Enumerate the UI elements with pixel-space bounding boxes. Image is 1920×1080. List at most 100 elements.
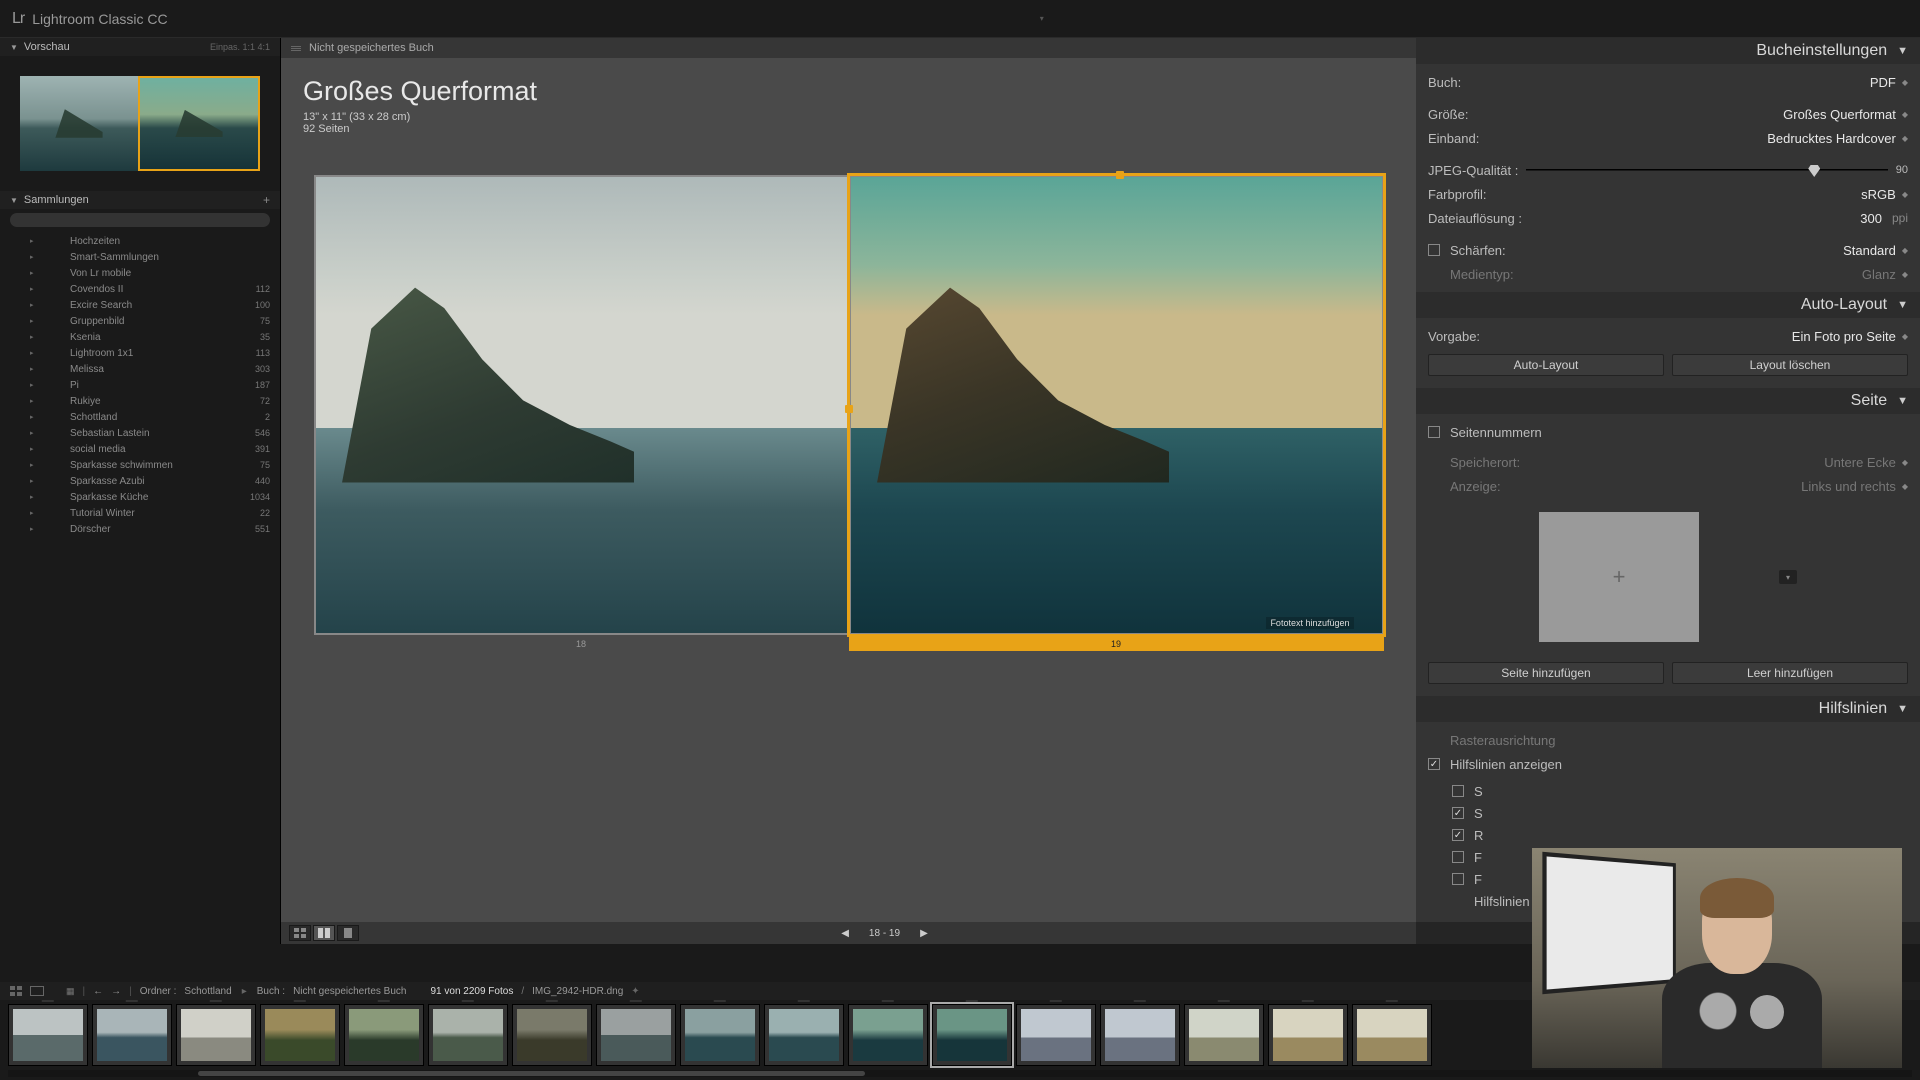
row-media-type: Medientyp:Glanz◆ [1428, 262, 1908, 286]
auto-layout-header[interactable]: Auto-Layout ▼ [1416, 292, 1920, 318]
collection-item[interactable]: ▸Rukiye72 [0, 393, 280, 409]
sharpen-checkbox[interactable] [1428, 244, 1440, 256]
page-right-selected[interactable]: Fototext hinzufügen 19 [849, 175, 1384, 635]
filmstrip-thumb[interactable] [1268, 1004, 1348, 1066]
auto-layout-button[interactable]: Auto-Layout [1428, 354, 1664, 376]
collection-item[interactable]: ▸Ksenia35 [0, 329, 280, 345]
collection-item[interactable]: ▸Hochzeiten [0, 233, 280, 249]
next-page-button[interactable]: ▶ [914, 928, 934, 939]
add-blank-page-button[interactable]: Leer hinzufügen [1672, 662, 1908, 684]
slider-knob-icon[interactable] [1808, 165, 1820, 177]
left-panel: ▼ Vorschau Einpas. 1:1 4:1 ▼ Sammlungen … [0, 38, 281, 944]
view-grid-button[interactable] [289, 925, 311, 941]
jpeg-quality-value[interactable]: 90 [1896, 164, 1908, 176]
page-panel-header[interactable]: Seite ▼ [1416, 388, 1920, 414]
page-template-dropdown[interactable]: ▾ [1779, 570, 1797, 584]
filmstrip-thumb[interactable] [176, 1004, 256, 1066]
resize-handle-icon[interactable] [1116, 171, 1124, 179]
collection-item[interactable]: ▸Sparkasse Azubi440 [0, 473, 280, 489]
filmstrip-thumb[interactable] [764, 1004, 844, 1066]
filmstrip-thumb[interactable] [512, 1004, 592, 1066]
book-settings-header[interactable]: Bucheinstellungen ▼ [1416, 38, 1920, 64]
collection-item[interactable]: ▸Lightroom 1x1113 [0, 345, 280, 361]
view-spread-button[interactable] [313, 925, 335, 941]
nav-back-icon[interactable]: ← [93, 986, 103, 997]
collection-item[interactable]: ▸Covendos II112 [0, 281, 280, 297]
filmstrip-thumb[interactable] [680, 1004, 760, 1066]
row-sharpen[interactable]: Schärfen:Standard◆ [1428, 238, 1908, 262]
chevron-down-icon: ▼ [1897, 299, 1908, 311]
drag-handle-icon[interactable] [291, 46, 301, 51]
guide-sub-row[interactable]: R [1452, 824, 1908, 846]
row-resolution[interactable]: Dateiauflösung :300ppi [1428, 206, 1908, 230]
add-caption-hint[interactable]: Fototext hinzufügen [1266, 617, 1353, 629]
clear-layout-button[interactable]: Layout löschen [1672, 354, 1908, 376]
show-guides-checkbox[interactable] [1428, 758, 1440, 770]
star-icon[interactable]: ✦ [631, 986, 639, 997]
jpeg-quality-slider[interactable] [1526, 169, 1887, 171]
collection-item[interactable]: ▸Sebastian Lastein546 [0, 425, 280, 441]
collections-filter-input[interactable] [10, 213, 270, 227]
collection-item[interactable]: ▸Pi187 [0, 377, 280, 393]
page-numbers-checkbox[interactable] [1428, 426, 1440, 438]
filmstrip-thumb[interactable] [596, 1004, 676, 1066]
row-book[interactable]: Buch:PDF◆ [1428, 70, 1908, 94]
row-cover[interactable]: Einband:Bedrucktes Hardcover◆ [1428, 126, 1908, 150]
collection-item[interactable]: ▸Melissa303 [0, 361, 280, 377]
prev-page-button[interactable]: ◀ [835, 928, 855, 939]
chevron-down-icon: ▼ [1897, 395, 1908, 407]
grid-icon[interactable] [10, 986, 22, 996]
preview-zoom-options[interactable]: Einpas. 1:1 4:1 [210, 42, 270, 52]
breadcrumb-folder-value[interactable]: Schottland [184, 986, 231, 997]
filmstrip-thumb[interactable] [1016, 1004, 1096, 1066]
collection-item[interactable]: ▸Sparkasse Küche1034 [0, 489, 280, 505]
collection-item[interactable]: ▸social media391 [0, 441, 280, 457]
filmstrip-thumb[interactable] [92, 1004, 172, 1066]
filmstrip-thumb[interactable] [848, 1004, 928, 1066]
filmstrip-thumb[interactable] [428, 1004, 508, 1066]
guide-sub-row[interactable]: S [1452, 780, 1908, 802]
collection-item[interactable]: ▸Smart-Sammlungen [0, 249, 280, 265]
filmstrip-thumb[interactable] [932, 1004, 1012, 1066]
collection-item[interactable]: ▸Sparkasse schwimmen75 [0, 457, 280, 473]
row-preset[interactable]: Vorgabe:Ein Foto pro Seite◆ [1428, 324, 1908, 348]
filmstrip-thumb[interactable] [1100, 1004, 1180, 1066]
resize-handle-icon[interactable] [845, 405, 853, 413]
app-logo: Lr [12, 10, 24, 28]
filmstrip-thumb[interactable] [260, 1004, 340, 1066]
preview-panel-header[interactable]: ▼ Vorschau Einpas. 1:1 4:1 [0, 38, 280, 56]
add-page-button[interactable]: Seite hinzufügen [1428, 662, 1664, 684]
add-collection-icon[interactable]: + [263, 193, 270, 207]
filmstrip-thumb[interactable] [1352, 1004, 1432, 1066]
breadcrumb-book-value[interactable]: Nicht gespeichertes Buch [293, 986, 406, 997]
grid-small-icon[interactable]: ▦ [66, 986, 75, 997]
filmstrip-thumb[interactable] [344, 1004, 424, 1066]
guide-sub-row[interactable]: S [1452, 802, 1908, 824]
page-number-left: 18 [576, 639, 586, 649]
filmstrip-scrollbar[interactable] [8, 1070, 1912, 1077]
collection-item[interactable]: ▸Von Lr mobile [0, 265, 280, 281]
filmstrip-thumb[interactable] [1184, 1004, 1264, 1066]
row-jpeg-quality[interactable]: JPEG-Qualität : 90 [1428, 158, 1908, 182]
top-panel-handle[interactable] [1027, 16, 1057, 22]
row-show-guides[interactable]: Hilfslinien anzeigen [1428, 752, 1908, 776]
guides-panel-header[interactable]: Hilfslinien ▼ [1416, 696, 1920, 722]
row-color-profile[interactable]: Farbprofil:sRGB◆ [1428, 182, 1908, 206]
filmstrip-thumb[interactable] [8, 1004, 88, 1066]
page-template-placeholder[interactable]: + [1539, 512, 1699, 642]
preview-spread-thumb[interactable] [20, 76, 260, 171]
page-number-right: 19 [1111, 639, 1121, 649]
collection-item[interactable]: ▸Excire Search100 [0, 297, 280, 313]
row-size[interactable]: Größe:Großes Querformat◆ [1428, 102, 1908, 126]
preview-title: Vorschau [24, 41, 210, 53]
collection-item[interactable]: ▸Gruppenbild75 [0, 313, 280, 329]
nav-fwd-icon[interactable]: → [111, 986, 121, 997]
page-left[interactable]: 18 [314, 175, 849, 635]
secondary-monitor-icon[interactable] [30, 986, 44, 996]
row-page-numbers[interactable]: Seitennummern [1428, 420, 1908, 444]
collection-item[interactable]: ▸Tutorial Winter22 [0, 505, 280, 521]
collection-item[interactable]: ▸Schottland2 [0, 409, 280, 425]
collections-panel-header[interactable]: ▼ Sammlungen + [0, 191, 280, 209]
collection-item[interactable]: ▸Dörscher551 [0, 521, 280, 537]
view-single-button[interactable] [337, 925, 359, 941]
